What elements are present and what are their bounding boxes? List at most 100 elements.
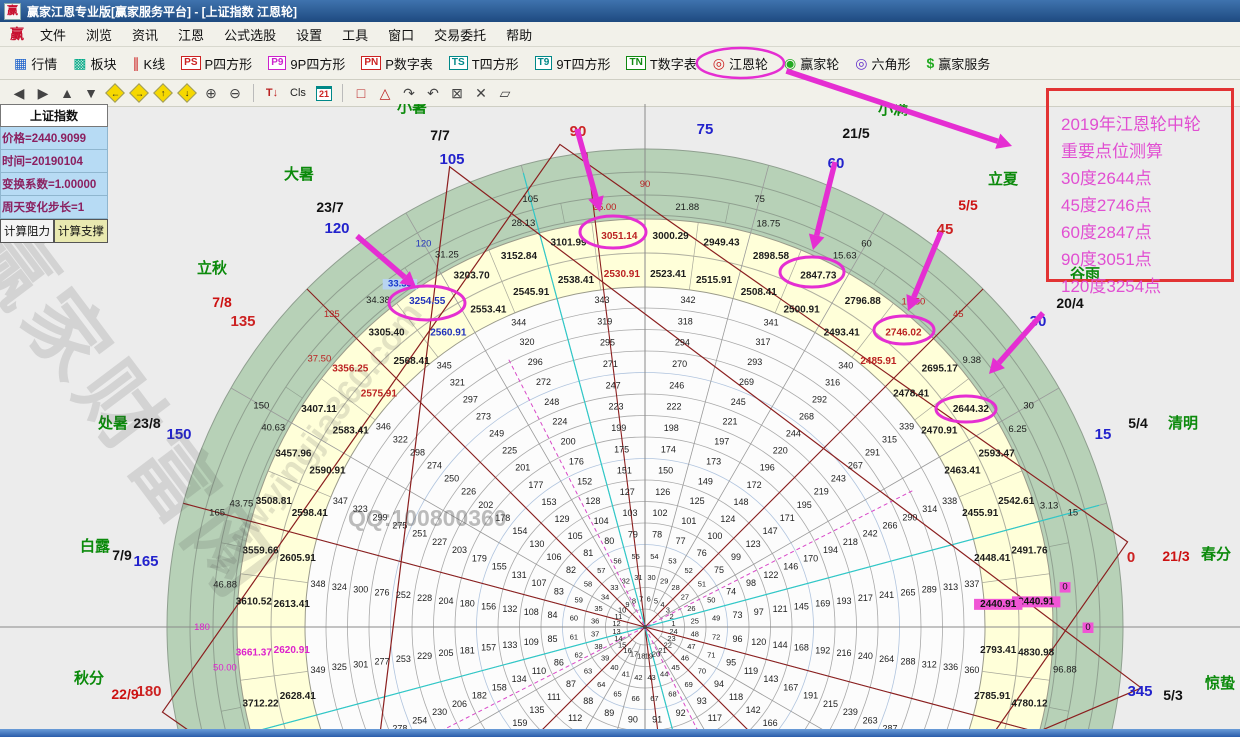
toolbar-button-quotes[interactable]: ▦ 行情: [6, 54, 65, 73]
toolbar-button-hexagon[interactable]: ◎ 六角形: [847, 54, 918, 73]
svg-text:293: 293: [747, 357, 762, 367]
menu-item-tools[interactable]: 工具: [332, 25, 378, 44]
svg-text:191: 191: [803, 691, 818, 701]
menu-item-browse[interactable]: 浏览: [76, 25, 122, 44]
annotation-level-45: 45度2746点: [1061, 192, 1231, 219]
svg-text:117: 117: [708, 713, 722, 723]
cls-button[interactable]: Cls: [285, 83, 311, 103]
svg-text:43: 43: [647, 673, 655, 682]
svg-text:123: 123: [746, 539, 761, 549]
svg-text:2538.41: 2538.41: [558, 275, 595, 286]
pan-down-icon[interactable]: ↓: [176, 83, 198, 103]
delete-box-icon[interactable]: ⊠: [446, 83, 468, 103]
menu-item-stock-picker[interactable]: 公式选股: [214, 25, 286, 44]
svg-text:2440.91: 2440.91: [980, 599, 1017, 610]
rotate-ccw-icon[interactable]: ↶: [422, 83, 444, 103]
toolbar-button-winner-service[interactable]: $ 赢家服务: [918, 54, 998, 73]
menu-item-settings[interactable]: 设置: [286, 25, 332, 44]
toolbar-button-kline[interactable]: ∥ K线: [125, 54, 174, 73]
svg-text:25.00: 25.00: [593, 202, 617, 213]
toolbar-label: 赢家服务: [938, 54, 990, 73]
center-cross-icon[interactable]: ✕: [470, 83, 492, 103]
rotate-cw-icon[interactable]: ↷: [398, 83, 420, 103]
svg-text:343: 343: [594, 295, 609, 305]
menu-item-file[interactable]: 文件: [30, 25, 76, 44]
svg-text:3610.52: 3610.52: [236, 596, 273, 607]
svg-text:2628.41: 2628.41: [280, 691, 317, 702]
svg-text:7/9: 7/9: [112, 547, 132, 563]
svg-text:秋分: 秋分: [74, 669, 104, 687]
svg-text:26: 26: [687, 604, 695, 613]
svg-text:小满: 小满: [878, 104, 908, 118]
zoom-out-icon[interactable]: ⊖: [224, 83, 246, 103]
svg-text:64: 64: [597, 680, 605, 689]
svg-text:47: 47: [687, 642, 695, 651]
svg-text:112: 112: [568, 713, 582, 723]
menu-item-window[interactable]: 窗口: [378, 25, 424, 44]
svg-text:155: 155: [492, 562, 507, 572]
toolbar-button-t-number-table[interactable]: TN T数字表: [618, 54, 704, 73]
toolbar-button-gann-wheel[interactable]: ◎ 江恩轮: [705, 54, 776, 73]
svg-text:109: 109: [524, 637, 539, 647]
back-icon[interactable]: ◀: [8, 83, 30, 103]
toolbar-button-t-square[interactable]: TS T四方形: [441, 54, 527, 73]
calc-resistance-button[interactable]: 计算阻力: [0, 219, 54, 243]
svg-text:3203.70: 3203.70: [454, 270, 491, 281]
svg-text:4780.12: 4780.12: [1011, 698, 1048, 709]
svg-text:111: 111: [547, 692, 561, 702]
svg-text:300: 300: [353, 585, 368, 595]
svg-text:324: 324: [332, 582, 347, 592]
svg-text:27: 27: [681, 592, 689, 601]
svg-text:5/5: 5/5: [958, 197, 978, 213]
svg-text:3457.96: 3457.96: [275, 449, 312, 460]
svg-text:93: 93: [697, 696, 707, 706]
svg-text:205: 205: [438, 648, 453, 658]
nine-p-square-icon: P9: [268, 56, 286, 70]
shape-triangle-icon[interactable]: △: [374, 83, 396, 103]
svg-text:77: 77: [676, 536, 686, 546]
menu-item-help[interactable]: 帮助: [496, 25, 542, 44]
svg-text:9.38: 9.38: [963, 355, 982, 366]
pan-right-icon[interactable]: →: [128, 83, 150, 103]
toolbar-button-9t-square[interactable]: T9 9T四方形: [527, 54, 619, 73]
svg-text:96: 96: [732, 634, 742, 644]
toolbar-button-winner-wheel[interactable]: ◉ 赢家轮: [776, 54, 847, 73]
menu-item-trade[interactable]: 交易委托: [424, 25, 496, 44]
toolbar-button-p-number-table[interactable]: PN P数字表: [353, 54, 441, 73]
forward-icon[interactable]: ▶: [32, 83, 54, 103]
sector-blocks-icon: ▩: [73, 56, 86, 70]
menu-item-news[interactable]: 资讯: [122, 25, 168, 44]
svg-text:146: 146: [783, 562, 798, 572]
svg-text:243: 243: [831, 474, 846, 484]
svg-text:119: 119: [744, 666, 758, 676]
svg-text:276: 276: [375, 587, 390, 597]
svg-text:177: 177: [528, 480, 543, 490]
svg-text:88: 88: [583, 696, 593, 706]
svg-text:46: 46: [681, 654, 689, 663]
zoom-in-icon[interactable]: ⊕: [200, 83, 222, 103]
select-tool-icon[interactable]: ▱: [494, 83, 516, 103]
svg-text:228: 228: [417, 593, 432, 603]
svg-text:65: 65: [613, 689, 621, 698]
calendar-icon[interactable]: 21: [313, 83, 335, 103]
svg-text:217: 217: [858, 593, 873, 603]
down-icon[interactable]: ▼: [80, 83, 102, 103]
toolbar-button-sectors[interactable]: ▩ 板块: [65, 54, 124, 73]
measure-icon[interactable]: T↓: [261, 83, 283, 103]
svg-text:2583.41: 2583.41: [333, 425, 370, 436]
svg-text:2485.91: 2485.91: [860, 356, 897, 367]
shape-square-icon[interactable]: □: [350, 83, 372, 103]
up-icon[interactable]: ▲: [56, 83, 78, 103]
toolbar-button-p-square[interactable]: PS P四方形: [173, 54, 260, 73]
annotation-subtitle: 重要点位测算: [1061, 138, 1231, 165]
svg-text:28.13: 28.13: [511, 218, 535, 229]
svg-text:168: 168: [794, 643, 809, 653]
menu-item-gann[interactable]: 江恩: [168, 25, 214, 44]
svg-text:195: 195: [797, 500, 812, 510]
toolbar-button-9p-square[interactable]: P9 9P四方形: [260, 54, 353, 73]
pan-up-icon[interactable]: ↑: [152, 83, 174, 103]
svg-text:6.25: 6.25: [1008, 424, 1027, 435]
calc-support-button[interactable]: 计算支撑: [54, 219, 108, 243]
pan-left-icon[interactable]: ←: [104, 83, 126, 103]
svg-text:94: 94: [714, 679, 724, 689]
